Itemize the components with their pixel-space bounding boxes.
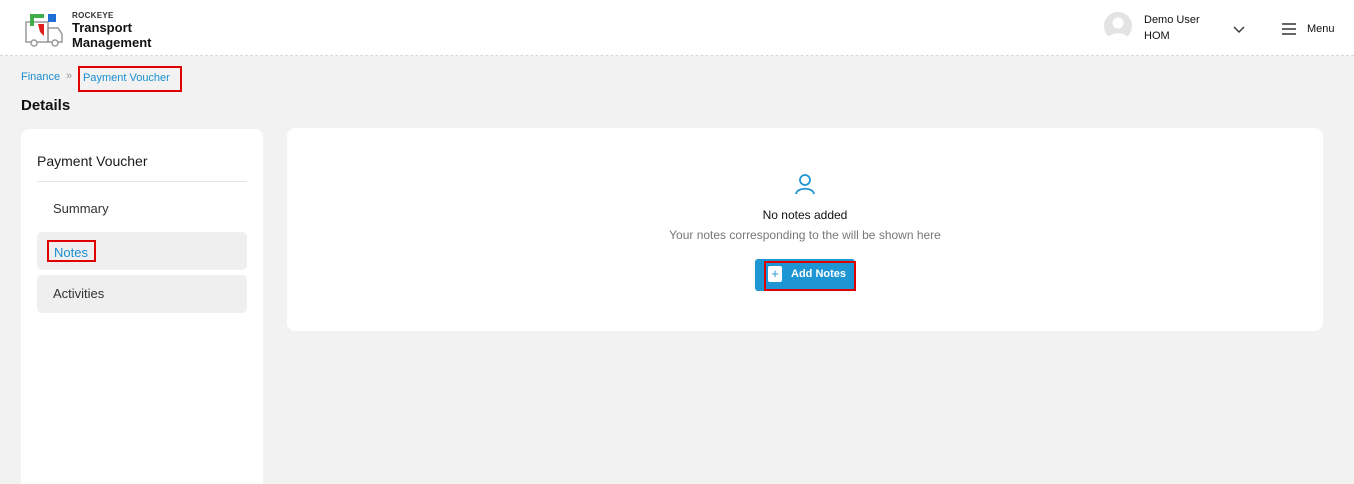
user-role: HOM — [1144, 30, 1170, 42]
sidebar-item-summary[interactable]: Summary — [37, 190, 247, 228]
menu-label: Menu — [1307, 23, 1335, 35]
sidebar-title: Payment Voucher — [37, 153, 148, 169]
top-header: ROCKEYE Transport Management Demo User H… — [0, 0, 1354, 56]
details-sidebar: Payment Voucher Summary Notes Activities — [21, 129, 263, 484]
add-notes-button[interactable]: + Add Notes — [755, 259, 856, 291]
sidebar-item-activities[interactable]: Activities — [37, 275, 247, 313]
user-outline-icon — [793, 172, 817, 196]
breadcrumb-current[interactable]: Payment Voucher — [78, 66, 182, 92]
sidebar-item-label: Notes — [47, 240, 96, 262]
user-name: Demo User — [1144, 14, 1200, 26]
rockeye-logo-icon[interactable] — [24, 12, 66, 48]
empty-state-title: No notes added — [762, 208, 848, 222]
notes-panel: No notes added Your notes corresponding … — [287, 128, 1323, 331]
hamburger-menu-icon — [1282, 23, 1296, 35]
brand-name-line2: Management — [72, 35, 152, 50]
plus-icon: + — [768, 266, 782, 282]
add-notes-label: Add Notes — [791, 268, 846, 280]
chevron-down-icon[interactable] — [1232, 22, 1246, 33]
sidebar-divider — [37, 181, 247, 182]
sidebar-item-label: Summary — [53, 201, 109, 216]
breadcrumb-finance-link[interactable]: Finance — [21, 71, 60, 83]
breadcrumb-separator-icon: » — [66, 70, 73, 82]
brand-small-text: ROCKEYE — [72, 11, 114, 20]
user-avatar-icon — [1104, 12, 1132, 40]
empty-state-subtitle: Your notes corresponding to the will be … — [669, 228, 941, 242]
brand-name-line1: Transport — [72, 20, 132, 35]
page-title: Details — [21, 97, 71, 114]
sidebar-item-notes[interactable]: Notes — [37, 232, 247, 270]
sidebar-item-label: Activities — [53, 286, 105, 301]
